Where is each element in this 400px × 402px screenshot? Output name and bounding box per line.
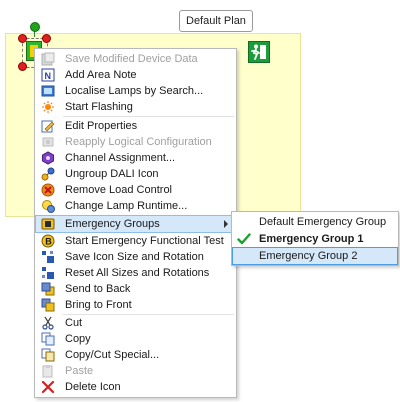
menu-item-reapply-logical-configuration[interactable]: Reapply Logical Configuration [36,134,235,150]
menu-separator [63,116,234,117]
menu-item-localise-lamps[interactable]: Localise Lamps by Search... [36,83,235,99]
menu-item-ungroup-dali-icon[interactable]: Ungroup DALI Icon [36,166,235,182]
submenu-item-default-emergency-group[interactable]: Default Emergency Group [233,214,397,230]
check-icon [237,231,251,247]
edit-icon [41,119,55,133]
exit-sign-icon[interactable] [248,41,270,63]
menu-item-label: Reset All Sizes and Rotations [65,267,210,279]
menu-item-paste[interactable]: Paste [36,363,235,379]
remove-load-icon [41,183,55,197]
menu-item-bring-to-front[interactable]: Bring to Front [36,297,235,313]
menu-item-channel-assignment[interactable]: Channel Assignment... [36,150,235,166]
menu-item-cut[interactable]: Cut [36,315,235,331]
menu-item-label: Save Modified Device Data [65,53,198,65]
context-menu: Save Modified Device Data N Add Area Not… [34,48,237,398]
menu-item-start-emergency-functional-test[interactable]: B Start Emergency Functional Test [36,233,235,249]
menu-item-label: Paste [65,365,94,377]
localise-icon [41,84,55,98]
menu-item-label: Remove Load Control [65,184,173,196]
emergency-groups-submenu: Default Emergency Group Emergency Group … [231,211,399,266]
reapply-icon [41,135,55,149]
menu-item-reset-all-sizes-and-rotations[interactable]: Reset All Sizes and Rotations [36,265,235,281]
menu-item-start-flashing[interactable]: Start Flashing [36,99,235,115]
menu-item-label: Start Emergency Functional Test [65,235,224,247]
menu-item-label: Start Flashing [65,101,133,113]
menu-item-emergency-groups[interactable]: Emergency Groups [35,215,236,233]
cut-icon [41,316,55,330]
menu-item-label: Bring to Front [65,299,132,311]
menu-item-label: Cut [65,317,83,329]
submenu-item-label: Emergency Group 1 [259,233,364,245]
submenu-item-emergency-group-2[interactable]: Emergency Group 2 [232,247,398,265]
menu-item-label: Edit Properties [65,120,138,132]
menu-item-label: Emergency Groups [65,218,160,230]
menu-item-label: Copy [65,333,91,345]
submenu-arrow-icon [224,220,228,228]
menu-item-label: Reapply Logical Configuration [65,136,212,148]
menu-item-change-lamp-runtime[interactable]: Change Lamp Runtime... [36,198,235,214]
menu-item-label: Send to Back [65,283,131,295]
delete-icon [41,380,55,394]
resize-handle-top-right[interactable] [42,34,51,43]
menu-item-remove-load-control[interactable]: Remove Load Control [36,182,235,198]
menu-item-add-area-note[interactable]: N Add Area Note [36,67,235,83]
menu-item-label: Channel Assignment... [65,152,176,164]
bring-front-icon [41,298,55,312]
menu-item-label: Change Lamp Runtime... [65,200,188,212]
flash-icon [41,100,55,114]
menu-item-copy-cut-special[interactable]: Copy/Cut Special... [36,347,235,363]
menu-item-send-to-back[interactable]: Send to Back [36,281,235,297]
menu-item-label: Add Area Note [65,69,137,81]
menu-item-label: Save Icon Size and Rotation [65,251,204,263]
menu-item-save-icon-size-and-rotation[interactable]: Save Icon Size and Rotation [36,249,235,265]
area-note-icon: N [41,68,55,82]
save-device-icon [41,52,55,66]
emergency-test-icon: B [41,234,55,248]
copy-icon [41,332,55,346]
copy-special-icon [41,348,55,362]
save-size-icon [41,250,55,264]
menu-item-save-modified-device-data[interactable]: Save Modified Device Data [36,51,235,67]
rotation-handle[interactable] [30,22,40,32]
reset-size-icon [41,266,55,280]
menu-item-label: Ungroup DALI Icon [65,168,159,180]
submenu-item-label: Default Emergency Group [259,216,387,228]
svg-text:B: B [45,237,52,247]
plan-title[interactable]: Default Plan [179,10,253,32]
send-back-icon [41,282,55,296]
resize-handle-bottom-left[interactable] [18,62,27,71]
submenu-item-label: Emergency Group 2 [259,250,358,262]
menu-item-label: Delete Icon [65,381,121,393]
paste-icon [41,364,55,378]
menu-item-delete-icon[interactable]: Delete Icon [36,379,235,395]
menu-item-edit-properties[interactable]: Edit Properties [36,118,235,134]
menu-item-label: Localise Lamps by Search... [65,85,204,97]
channel-icon [41,151,55,165]
svg-text:N: N [45,71,52,81]
emergency-groups-icon [41,217,55,231]
ungroup-icon [41,167,55,181]
lamp-runtime-icon [41,199,55,213]
submenu-item-emergency-group-1[interactable]: Emergency Group 1 [233,231,397,247]
menu-item-copy[interactable]: Copy [36,331,235,347]
menu-item-label: Copy/Cut Special... [65,349,160,361]
